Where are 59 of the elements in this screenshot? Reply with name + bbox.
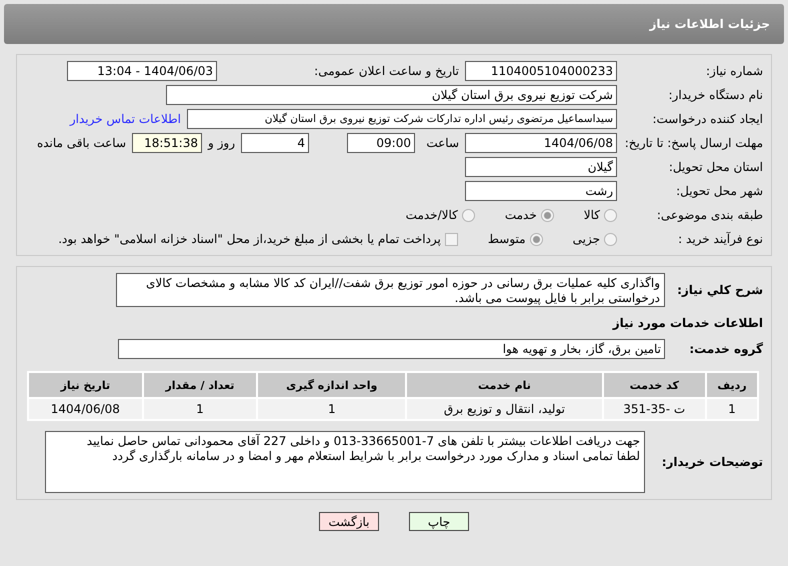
city-field: رشت [465,181,617,201]
need-number-field: 1104005104000233 [465,61,617,81]
column-header: واحد اندازه گیری [257,372,406,398]
field-label: توضیحات خریدار: [660,455,763,469]
days-field: 4 [241,133,309,153]
field-label: نام دستگاه خریدار: [668,88,763,102]
print-button[interactable]: چاپ [409,512,469,531]
remaining-label: ساعت باقی مانده [36,136,126,150]
table-cell: 1 [706,398,758,420]
column-header: ردیف [706,372,758,398]
creator-field: سیداسماعیل مرتضوی رئیس اداره تدارکات شرکت توزیع نیروی برق استان گیلان [187,109,617,129]
checkbox-label: پرداخت تمام یا بخشی از مبلغ خرید،از محل "اسناد خزانه اسلامی" خواهد بود. [58,232,441,246]
radio-button[interactable] [530,232,543,246]
checkbox[interactable] [444,232,458,246]
table-cell: 1 [257,398,406,420]
radio-label: جزیی [572,232,600,246]
radio-label: کالا [584,208,600,222]
table-cell: تولید، انتقال و توزیع برق [406,398,603,420]
note-line: جهت دریافت اطلاعات بیشتر با تلفن های 7-33665001-013 و داخلی 227 آقای محمودانی تماس حاصل نمایید [86,434,640,449]
announce-date-field: 1404/06/03 - 13:04 [67,61,217,81]
field-label: استان محل تحویل: [668,160,763,174]
province-field: گیلان [465,157,617,177]
column-header: کد خدمت [602,372,706,398]
field-label: گروه خدمت: [688,342,763,356]
radio-label: متوسط [488,232,526,246]
section-heading: اطلاعات خدمات مورد نیاز [611,316,763,330]
field-label: تاریخ و ساعت اعلان عمومی: [313,64,459,78]
field-label: طبقه بندی موضوعی: [656,208,763,222]
column-header: تاریخ نیاز [28,372,143,398]
field-label: ایجاد کننده درخواست: [651,112,763,126]
radio-button[interactable] [462,208,475,222]
table-cell: ت -35-351 [602,398,706,420]
radio-label: کالا/خدمت [406,208,458,222]
remaining-time-field: 18:51:38 [132,133,202,153]
radio-button[interactable] [604,232,617,246]
table-cell: 1404/06/08 [28,398,143,420]
deadline-date-field: 1404/06/08 [465,133,617,153]
buyer-notes-textarea[interactable]: جهت دریافت اطلاعات بیشتر با تلفن های 7-33665001-013 و داخلی 227 آقای محمودانی تماس حاصل نمایید لطفا تمامی اسناد و مدارک مورد درخواست برابر با شرایط استعلام مهر و امضا و در سامانه بارگذاری گردد [45,431,645,493]
service-group-field: تامین برق، گاز، بخار و تهویه هوا [118,339,665,359]
field-label: شماره نیاز: [705,64,763,78]
column-header: نام خدمت [406,372,603,398]
radio-button[interactable] [540,208,554,222]
buyer-field: شرکت توزیع نیروی برق استان گیلان [166,85,617,105]
table-cell: 1 [142,398,258,420]
description-textarea[interactable]: واگذاری کلیه عملیات برق رسانی در حوزه امور توزیع برق شفت//ایران کد کالا مشابه و مشخصات کالای درخواستی برابر با فایل پیوست می باشد. [116,273,665,307]
page-header: جزئیات اطلاعات نیاز [4,4,784,44]
days-label: روز و [208,136,235,150]
radio-button[interactable] [604,208,617,222]
deadline-time-field: 09:00 [347,133,415,153]
field-label: شرح کلي نياز: [676,283,763,297]
radio-label: خدمت [504,208,537,222]
buyer-contact-link[interactable]: اطلاعات تماس خریدار [70,112,181,126]
column-header: تعداد / مقدار [142,372,258,398]
field-label: شهر محل تحویل: [675,184,763,198]
field-label: مهلت ارسال پاسخ: تا تاریخ: [624,136,763,150]
field-label: ساعت [425,136,459,150]
back-button[interactable]: بازگشت [319,512,379,531]
note-line: لطفا تمامی اسناد و مدارک مورد درخواست برابر با شرایط استعلام مهر و امضا و در سامانه بارگذاری گردد [111,449,640,464]
field-label: نوع فرآیند خرید : [677,232,763,246]
